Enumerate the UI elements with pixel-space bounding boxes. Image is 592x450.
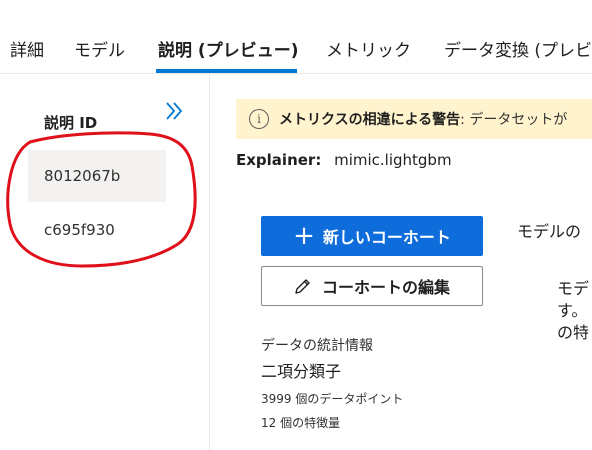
active-tab-indicator <box>156 69 297 73</box>
tab-metrics[interactable]: メトリック <box>326 36 411 61</box>
explanation-id-item[interactable]: 8012067b <box>28 150 166 202</box>
feature-count: 12 個の特徴量 <box>261 416 341 430</box>
edit-cohort-button[interactable]: コーホートの編集 <box>261 266 483 306</box>
explanation-id-label: 8012067b <box>44 167 121 185</box>
model-description-line: の特 <box>557 323 590 342</box>
model-description: モデ す。 の特 <box>557 278 589 344</box>
explanation-id-item[interactable]: c695f930 <box>28 204 166 256</box>
tab-bar: 詳細 モデル 説明 (プレビュー) メトリック データ変換 (プレビ <box>0 0 592 74</box>
tab-details[interactable]: 詳細 <box>10 36 44 61</box>
tab-data-transformation[interactable]: データ変換 (プレビ <box>444 36 592 61</box>
explanation-id-label: c695f930 <box>44 221 115 239</box>
tab-explanations[interactable]: 説明 (プレビュー) <box>158 36 298 61</box>
explanation-id-panel: 説明 ID 8012067b c695f930 <box>0 74 210 450</box>
model-section-label: モデルの <box>517 222 582 241</box>
warning-text: : データセットが <box>460 112 568 128</box>
info-icon: i <box>249 109 269 129</box>
classifier-type: 二項分類子 <box>261 362 342 381</box>
panel-title: 説明 ID <box>44 114 98 132</box>
data-statistics-title: データの統計情報 <box>261 338 373 354</box>
new-cohort-button[interactable]: + 新しいコーホート <box>261 216 483 256</box>
tab-models[interactable]: モデル <box>74 36 125 61</box>
data-point-count: 3999 個のデータポイント <box>261 392 404 406</box>
plus-icon: + <box>293 221 315 251</box>
metric-discrepancy-warning: i メトリクスの相違による警告 : データセットが <box>236 99 592 139</box>
model-description-line: す。 <box>557 301 588 320</box>
warning-title: メトリクスの相違による警告 <box>279 112 461 128</box>
pencil-icon <box>295 279 310 294</box>
collapse-panel-button[interactable] <box>160 98 188 124</box>
new-cohort-label: 新しいコーホート <box>322 228 451 247</box>
explainer-label: Explainer: <box>236 151 322 169</box>
chevron-double-right-icon <box>166 102 183 120</box>
explainer-value: mimic.lightgbm <box>334 151 452 169</box>
model-description-line: モデ <box>557 279 590 298</box>
explainer-info: Explainer: mimic.lightgbm <box>236 151 452 169</box>
edit-cohort-label: コーホートの編集 <box>321 278 450 297</box>
